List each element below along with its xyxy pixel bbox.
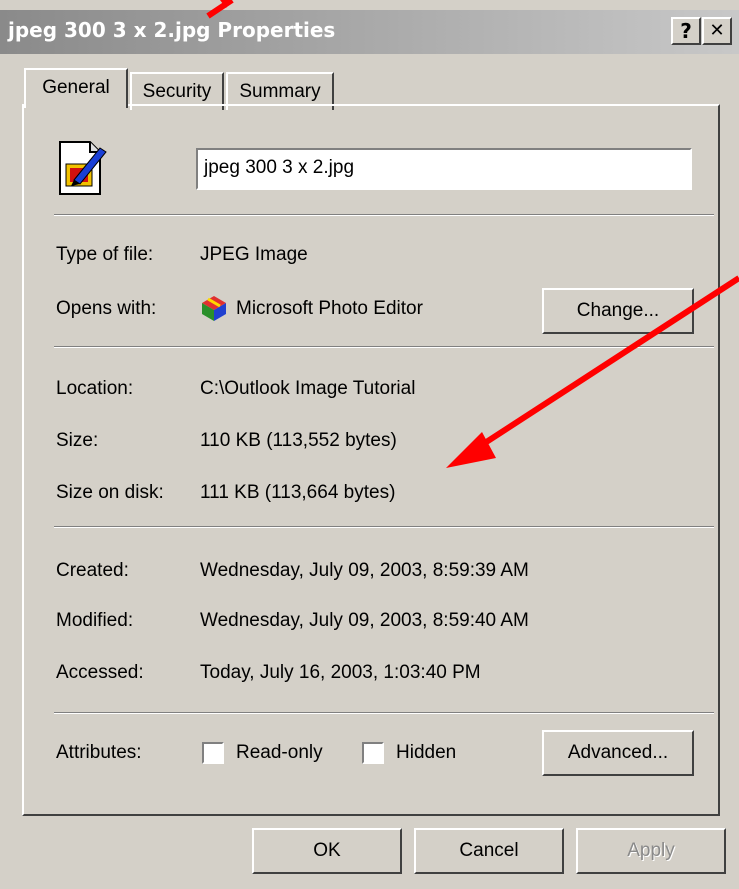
change-button[interactable]: Change... [542, 288, 694, 334]
location-label: Location: [56, 378, 134, 399]
top-arrow-head [220, 0, 232, 8]
separator [54, 526, 714, 528]
cancel-button[interactable]: Cancel [414, 828, 564, 874]
advanced-button[interactable]: Advanced... [542, 730, 694, 776]
hidden-checkbox[interactable] [362, 742, 384, 764]
modified-label: Modified: [56, 610, 134, 631]
size-label: Size: [56, 430, 99, 451]
photo-editor-icon [200, 294, 228, 322]
separator [54, 214, 714, 216]
general-tab-panel: jpeg 300 3 x 2.jpg Type of file: JPEG Im… [22, 104, 720, 816]
help-button[interactable]: ? [671, 17, 701, 45]
opens-with-label: Opens with: [56, 298, 157, 319]
created-value: Wednesday, July 09, 2003, 8:59:39 AM [200, 560, 529, 581]
file-name-input[interactable]: jpeg 300 3 x 2.jpg [196, 148, 692, 190]
size-on-disk-label: Size on disk: [56, 482, 164, 503]
ok-button[interactable]: OK [252, 828, 402, 874]
window-title: jpeg 300 3 x 2.jpg Properties [8, 18, 336, 42]
size-value: 110 KB (113,552 bytes) [200, 430, 397, 451]
title-bar[interactable]: jpeg 300 3 x 2.jpg Properties ? ✕ [0, 10, 739, 54]
location-value: C:\Outlook Image Tutorial [200, 378, 416, 399]
opens-with-value: Microsoft Photo Editor [236, 298, 423, 319]
accessed-value: Today, July 16, 2003, 1:03:40 PM [200, 662, 481, 683]
hidden-label[interactable]: Hidden [396, 742, 456, 764]
separator [54, 346, 714, 348]
close-button[interactable]: ✕ [702, 17, 732, 45]
type-of-file-label: Type of file: [56, 244, 154, 265]
apply-button[interactable]: Apply [576, 828, 726, 874]
read-only-checkbox[interactable] [202, 742, 224, 764]
attributes-label: Attributes: [56, 742, 142, 763]
type-of-file-value: JPEG Image [200, 244, 308, 265]
separator [54, 712, 714, 714]
accessed-label: Accessed: [56, 662, 144, 683]
modified-value: Wednesday, July 09, 2003, 8:59:40 AM [200, 610, 529, 631]
created-label: Created: [56, 560, 129, 581]
tab-general[interactable]: General [24, 68, 128, 108]
jpeg-image-file-icon [56, 140, 112, 196]
read-only-label[interactable]: Read-only [236, 742, 323, 764]
size-on-disk-value: 111 KB (113,664 bytes) [200, 482, 396, 503]
